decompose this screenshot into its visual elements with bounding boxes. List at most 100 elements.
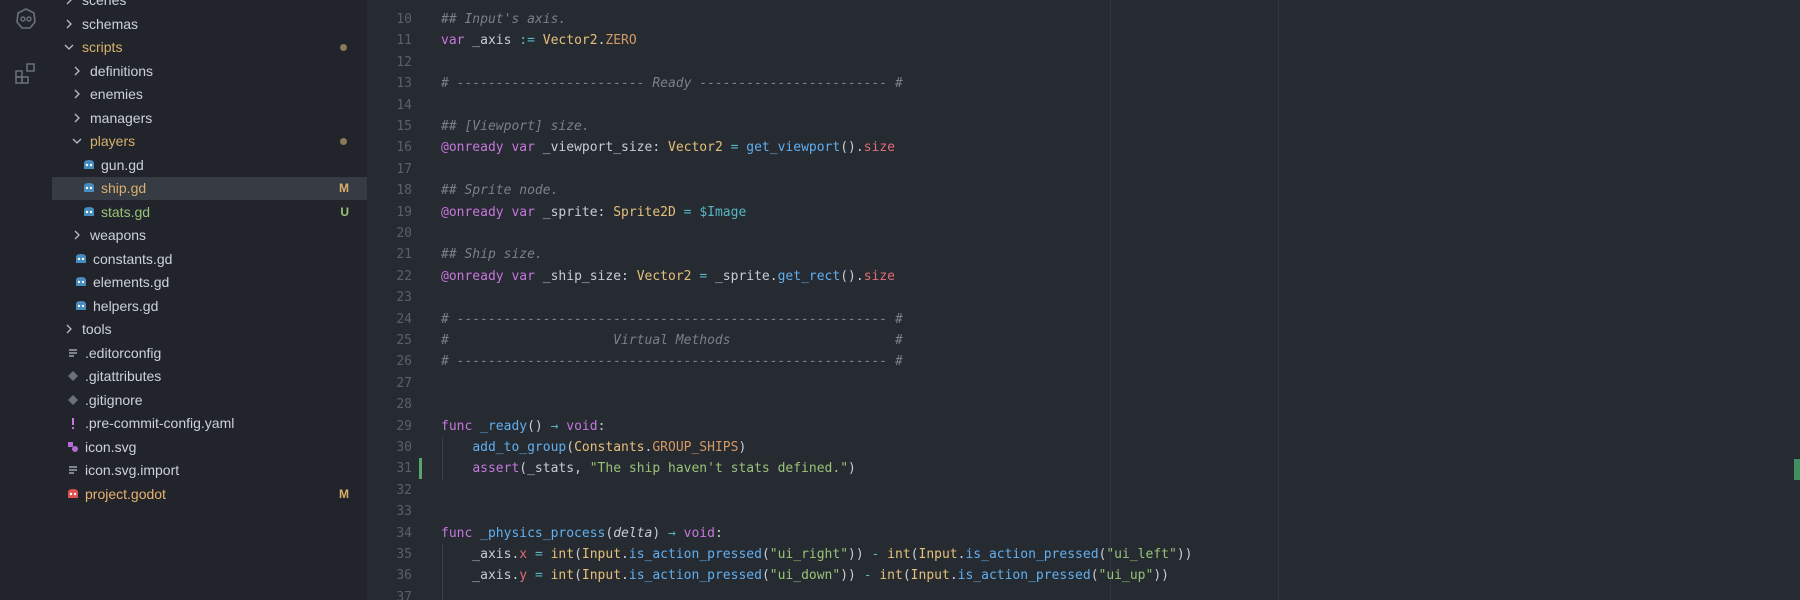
code-line[interactable]: 12: [367, 52, 1800, 73]
code-line[interactable]: 11 var _axis := Vector2.ZERO: [367, 30, 1800, 51]
code-line[interactable]: 34 func _physics_process(delta) → void:: [367, 523, 1800, 544]
explorer-folder[interactable]: tools: [52, 318, 367, 342]
explorer-file[interactable]: constants.gd: [52, 247, 367, 271]
code-token: _ready: [480, 418, 528, 434]
explorer-folder[interactable]: managers: [52, 106, 367, 130]
code-line[interactable]: 26 # ------------------------------------…: [367, 351, 1800, 372]
indent-guide: [442, 437, 443, 480]
code-text: func _ready() → void:: [441, 416, 605, 437]
code-token: "ui_left": [1106, 547, 1177, 562]
explorer-file[interactable]: helpers.gd: [52, 294, 367, 318]
line-number: 12: [396, 54, 412, 70]
chevron-right-icon: [62, 17, 76, 31]
code-line[interactable]: 13 # ------------------------ Ready -----…: [367, 73, 1800, 94]
code-line[interactable]: 29 func _ready() → void:: [367, 416, 1800, 437]
explorer-item-label: gun.gd: [101, 156, 144, 173]
extensions-icon[interactable]: [13, 60, 39, 86]
code-token: )): [840, 568, 864, 584]
code-token: (: [902, 568, 911, 584]
line-number: 35: [396, 547, 412, 562]
chevron-right-icon: [70, 228, 84, 242]
code-line[interactable]: 14: [367, 95, 1800, 116]
explorer-file[interactable]: elements.gd: [52, 271, 367, 295]
code-line[interactable]: 25 # Virtual Methods #: [367, 330, 1800, 351]
code-line[interactable]: 18 ## Sprite node.: [367, 180, 1800, 201]
code-token: int: [550, 547, 575, 562]
explorer-file[interactable]: icon.svg.import: [52, 459, 367, 483]
code-line[interactable]: 28: [367, 394, 1800, 415]
code-token: :=: [519, 33, 535, 49]
code-token: ## [Viewport] size.: [441, 119, 590, 134]
code-line[interactable]: 19 @onready var _sprite: Sprite2D = $Imag…: [367, 202, 1800, 223]
code-token: ## Sprite node.: [441, 183, 559, 199]
code-token: GROUP_SHIPS: [652, 440, 739, 455]
explorer-folder[interactable]: definitions: [52, 59, 367, 83]
code-line[interactable]: 10 ## Input's axis.: [367, 9, 1800, 30]
explorer-file[interactable]: .gitignore: [52, 388, 367, 412]
git-file-icon: [66, 393, 80, 407]
code-editor[interactable]: 10 ## Input's axis. 11 var _axis := Vector2…: [367, 0, 1800, 600]
explorer-folder[interactable]: weapons: [52, 224, 367, 248]
explorer-file[interactable]: .pre-commit-config.yaml: [52, 412, 367, 436]
gd-file-icon: [82, 158, 96, 172]
code-token: is_action_pressed: [628, 568, 762, 584]
code-line[interactable]: 22 @onready var _ship_size: Vector2 = _sp…: [367, 266, 1800, 287]
code-line[interactable]: 27: [367, 373, 1800, 394]
gd-file-icon: [82, 181, 96, 195]
code-token: var: [441, 33, 465, 49]
code-token: x: [519, 547, 528, 562]
code-line[interactable]: 15 ## [Viewport] size.: [367, 116, 1800, 137]
code-line[interactable]: 32: [367, 480, 1800, 501]
explorer-file[interactable]: .editorconfig: [52, 341, 367, 365]
explorer-item-label: project.godot: [85, 485, 166, 502]
explorer-file[interactable]: stats.gd U: [52, 200, 367, 224]
explorer-folder[interactable]: scenes: [52, 0, 367, 12]
code-line[interactable]: 30 add_to_group(Constants.GROUP_SHIPS): [367, 437, 1800, 458]
code-token: is_action_pressed: [628, 547, 762, 562]
explorer-folder[interactable]: enemies: [52, 83, 367, 107]
code-line[interactable]: 37: [367, 587, 1800, 600]
code-text: ## Input's axis.: [441, 9, 566, 30]
git-status-badge: M: [339, 181, 349, 196]
code-token: var: [511, 140, 535, 156]
code-line[interactable]: 21 ## Ship size.: [367, 244, 1800, 265]
code-token: y: [519, 568, 528, 584]
explorer-file[interactable]: .gitattributes: [52, 365, 367, 389]
explorer-folder[interactable]: schemas: [52, 12, 367, 36]
explorer-file[interactable]: ship.gd M: [52, 176, 367, 200]
code-token: _axis.: [441, 547, 520, 562]
line-number: 26: [396, 354, 412, 370]
code-line[interactable]: 20: [367, 223, 1800, 244]
code-token: (_stats,: [519, 461, 590, 477]
explorer-folder[interactable]: scripts: [52, 36, 367, 60]
godot-logo-icon[interactable]: [13, 6, 39, 32]
explorer-item-label: scripts: [82, 39, 123, 56]
line-number: 28: [396, 397, 412, 413]
code-line[interactable]: 35 _axis.x = int(Input.is_action_pressed…: [367, 544, 1800, 565]
modified-dot: [340, 43, 347, 51]
code-line[interactable]: 36 _axis.y = int(Input.is_action_pressed…: [367, 565, 1800, 586]
code-line[interactable]: 16 @onready var _viewport_size: Vector2 =…: [367, 137, 1800, 158]
code-line[interactable]: 24 # ------------------------------------…: [367, 309, 1800, 330]
code-line[interactable]: 17: [367, 159, 1800, 180]
explorer-item-label: definitions: [90, 62, 154, 79]
code-token: -: [863, 568, 872, 584]
code-token: :: [714, 525, 723, 541]
code-token: "The ship haven't stats defined.": [589, 461, 849, 477]
code-token: ): [738, 440, 747, 455]
code-token: # ------------------------ Ready -------…: [441, 76, 903, 92]
line-number: 30: [396, 440, 412, 455]
explorer-file[interactable]: project.godot M: [52, 482, 367, 506]
code-line[interactable]: 33: [367, 501, 1800, 522]
explorer-folder[interactable]: players: [52, 130, 367, 154]
code-token: int: [550, 568, 575, 584]
explorer-file[interactable]: icon.svg: [52, 435, 367, 459]
code-token: @onready: [441, 204, 504, 220]
code-line[interactable]: 31 assert(_stats, "The ship haven't stat…: [367, 458, 1800, 480]
code-line[interactable]: 23: [367, 287, 1800, 308]
explorer-file[interactable]: gun.gd: [52, 153, 367, 177]
